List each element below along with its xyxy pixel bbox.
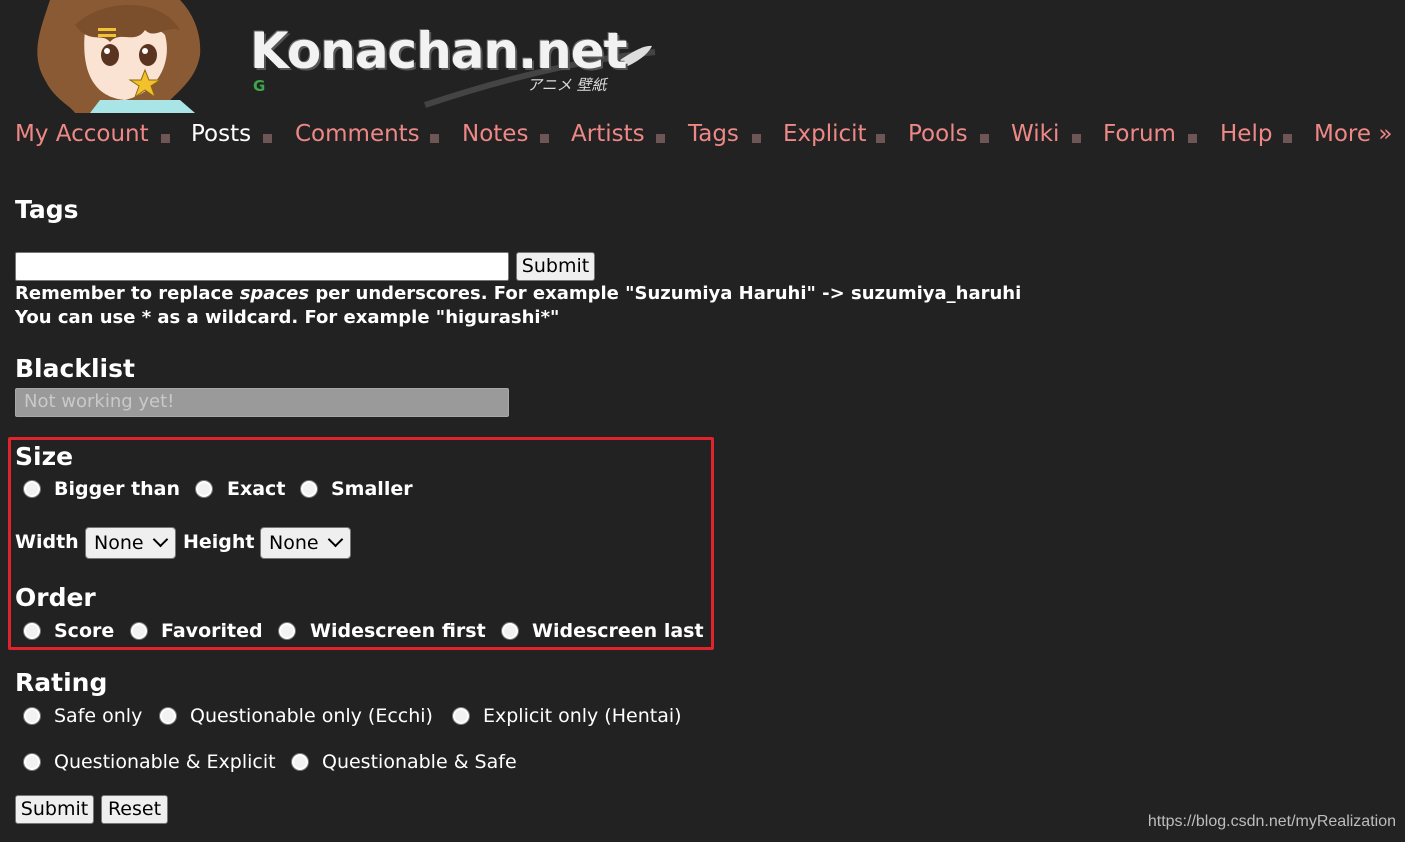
nav-item-explicit[interactable]: Explicit — [783, 121, 867, 147]
radio-rating-questionable-explicit[interactable] — [23, 753, 41, 771]
main-nav: My Account Posts Comments Notes Artists Tags E… — [15, 121, 1405, 155]
radio-size-exact[interactable] — [195, 480, 213, 498]
site-logo-text[interactable]: Konachan.net — [250, 22, 628, 80]
radio-label: Smaller — [331, 478, 413, 500]
radio-label: Score — [54, 620, 115, 642]
radio-label: Bigger than — [54, 478, 181, 500]
form-submit-button[interactable]: Submit — [15, 795, 94, 824]
nav-item-more[interactable]: More » — [1314, 121, 1392, 147]
radio-size-bigger-than[interactable] — [23, 480, 41, 498]
nav-item-wiki[interactable]: Wiki — [1011, 121, 1059, 147]
height-select-value: None — [269, 532, 319, 554]
radio-label: Widescreen last — [532, 620, 704, 642]
rating-heading: Rating — [15, 668, 108, 697]
radio-order-widescreen-first[interactable] — [278, 622, 296, 640]
order-heading: Order — [15, 583, 96, 612]
logo-badge: G — [253, 77, 266, 95]
radio-rating-explicit-only[interactable] — [452, 707, 470, 725]
nav-separator — [161, 134, 170, 143]
radio-label: Exact — [227, 478, 286, 500]
height-label: Height — [183, 531, 255, 553]
width-select[interactable]: None — [85, 527, 176, 559]
nav-item-comments[interactable]: Comments — [295, 121, 420, 147]
nav-separator — [1188, 134, 1197, 143]
nav-separator — [656, 134, 665, 143]
nav-separator — [263, 134, 272, 143]
nav-item-tags[interactable]: Tags — [688, 121, 739, 147]
radio-rating-safe-only[interactable] — [23, 707, 41, 725]
blacklist-heading: Blacklist — [15, 354, 135, 383]
width-select-value: None — [94, 532, 144, 554]
radio-label: Questionable & Explicit — [54, 751, 276, 773]
nav-separator — [1283, 134, 1292, 143]
nav-separator — [1072, 134, 1081, 143]
radio-label: Questionable & Safe — [322, 751, 517, 773]
nav-item-help[interactable]: Help — [1220, 121, 1272, 147]
height-select[interactable]: None — [260, 527, 351, 559]
radio-label: Favorited — [161, 620, 263, 642]
nav-item-posts[interactable]: Posts — [191, 121, 251, 147]
size-heading: Size — [15, 442, 74, 471]
chevron-down-icon — [152, 531, 169, 548]
watermark-text: https://blog.csdn.net/myRealization — [1147, 813, 1396, 830]
tags-hint-line-1: Remember to replace spaces per underscor… — [15, 283, 1022, 304]
nav-item-pools[interactable]: Pools — [908, 121, 968, 147]
tags-heading: Tags — [15, 195, 79, 224]
radio-order-score[interactable] — [23, 622, 41, 640]
site-header: Konachan.net G アニメ 壁紙 — [0, 0, 1405, 115]
nav-item-my-account[interactable]: My Account — [15, 121, 149, 147]
width-label: Width — [15, 531, 79, 553]
radio-label: Widescreen first — [310, 620, 486, 642]
chevron-down-icon — [327, 531, 344, 548]
form-reset-button[interactable]: Reset — [101, 795, 168, 824]
radio-rating-questionable-only[interactable] — [159, 707, 177, 725]
nav-item-forum[interactable]: Forum — [1103, 121, 1176, 147]
radio-size-smaller[interactable] — [300, 480, 318, 498]
nav-separator — [876, 134, 885, 143]
nav-separator — [752, 134, 761, 143]
radio-order-favorited[interactable] — [130, 622, 148, 640]
nav-item-artists[interactable]: Artists — [571, 121, 645, 147]
radio-label: Questionable only (Ecchi) — [190, 705, 433, 727]
radio-label: Explicit only (Hentai) — [483, 705, 682, 727]
tags-submit-button[interactable]: Submit — [516, 252, 595, 281]
radio-order-widescreen-last[interactable] — [501, 622, 519, 640]
radio-rating-questionable-safe[interactable] — [291, 753, 309, 771]
blacklist-input: Not working yet! — [15, 388, 509, 417]
nav-separator — [430, 134, 439, 143]
nav-separator — [540, 134, 549, 143]
nav-separator — [980, 134, 989, 143]
nav-item-notes[interactable]: Notes — [462, 121, 528, 147]
radio-label: Safe only — [54, 705, 143, 727]
logo-subtitle: アニメ 壁紙 — [527, 76, 607, 94]
tags-hint-line-2: You can use * as a wildcard. For example… — [15, 307, 560, 328]
tags-input[interactable] — [15, 252, 509, 281]
mascot-logo-image[interactable] — [30, 0, 205, 113]
